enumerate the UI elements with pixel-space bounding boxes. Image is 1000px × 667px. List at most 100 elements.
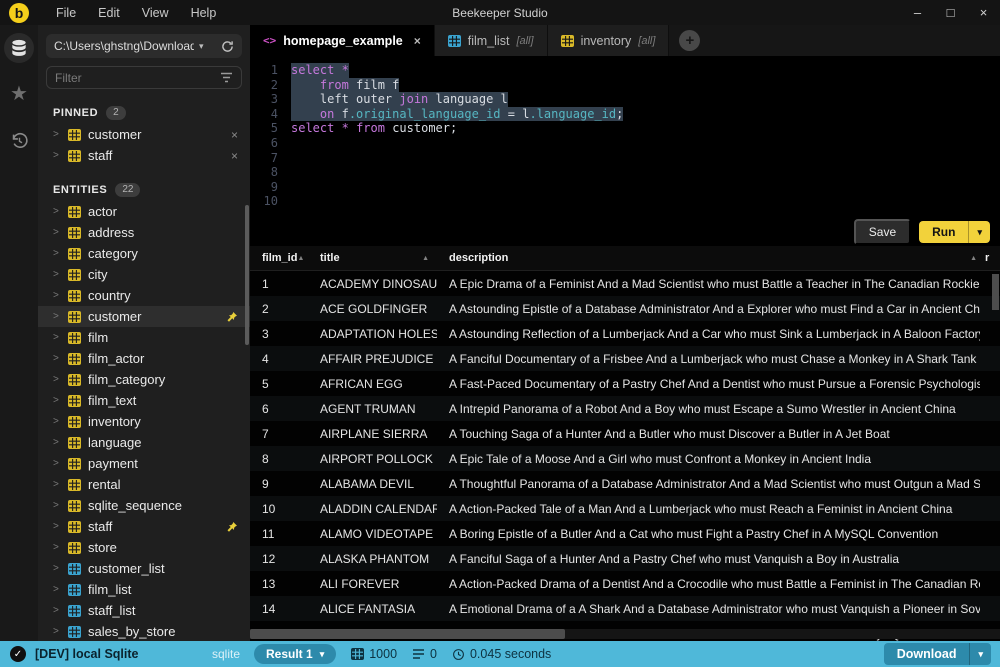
pinned-item-customer[interactable]: >customer× <box>38 124 250 145</box>
entity-item-film_actor[interactable]: >film_actor <box>38 348 250 369</box>
chevron-right-icon[interactable]: > <box>53 227 61 238</box>
column-header-title[interactable]: title▲ <box>308 246 437 270</box>
tab-homepage_example[interactable]: <>homepage_example× <box>250 25 435 56</box>
table-row[interactable]: 8AIRPORT POLLOCKA Epic Tale of a Moose A… <box>250 446 1000 471</box>
entity-item-country[interactable]: >country <box>38 285 250 306</box>
entity-item-language[interactable]: >language <box>38 432 250 453</box>
sort-icon[interactable]: ▲ <box>297 255 304 262</box>
sort-icon[interactable]: ▲ <box>970 255 977 262</box>
run-button[interactable]: Run ▾ <box>919 221 990 243</box>
maximize-button[interactable]: □ <box>934 0 967 25</box>
unpin-icon[interactable]: × <box>231 128 238 142</box>
table-row[interactable]: 1ACADEMY DINOSAURA Epic Drama of a Femin… <box>250 271 1000 296</box>
table-row[interactable]: 13ALI FOREVERA Action-Packed Drama of a … <box>250 571 1000 596</box>
sql-editor[interactable]: 1select *2 from film f3 left outer join … <box>250 56 1000 218</box>
chevron-right-icon[interactable]: > <box>53 269 61 280</box>
table-icon <box>561 35 574 47</box>
chevron-right-icon[interactable]: > <box>53 479 61 490</box>
chevron-right-icon[interactable]: > <box>53 542 61 553</box>
horizontal-scrollbar[interactable] <box>250 629 565 639</box>
connection-path-dropdown[interactable]: C:\Users\ghstng\Downloads ▾ <box>46 34 242 58</box>
filter-input[interactable] <box>55 71 220 85</box>
connections-tab-button[interactable] <box>4 33 34 63</box>
entity-item-sales_by_store[interactable]: >sales_by_store <box>38 621 250 641</box>
tab-film_list[interactable]: film_list[all] <box>435 25 548 56</box>
menu-edit[interactable]: Edit <box>87 3 131 23</box>
entity-item-rental[interactable]: >rental <box>38 474 250 495</box>
chevron-right-icon[interactable]: > <box>53 129 61 140</box>
chevron-right-icon[interactable]: > <box>53 311 61 322</box>
entity-item-city[interactable]: >city <box>38 264 250 285</box>
filter-icon[interactable] <box>220 72 233 83</box>
entity-item-film_list[interactable]: >film_list <box>38 579 250 600</box>
entity-name: staff <box>88 519 219 534</box>
favorites-tab-button[interactable]: ★ <box>4 79 34 109</box>
entity-item-film_category[interactable]: >film_category <box>38 369 250 390</box>
chevron-right-icon[interactable]: > <box>53 290 61 301</box>
close-tab-icon[interactable]: × <box>414 34 421 48</box>
pinned-item-staff[interactable]: >staff× <box>38 145 250 166</box>
entity-item-inventory[interactable]: >inventory <box>38 411 250 432</box>
vertical-scrollbar[interactable] <box>992 274 999 310</box>
result-selector-button[interactable]: Result 1 ▾ <box>254 644 336 664</box>
chevron-right-icon[interactable]: > <box>53 332 61 343</box>
entity-item-staff[interactable]: > staff <box>38 516 250 537</box>
chevron-right-icon[interactable]: > <box>53 437 61 448</box>
entity-item-sqlite_sequence[interactable]: >sqlite_sequence <box>38 495 250 516</box>
chevron-right-icon[interactable]: > <box>53 563 61 574</box>
run-options-button[interactable]: ▾ <box>968 221 990 243</box>
column-header-film_id[interactable]: film_id▲ <box>250 246 308 270</box>
chevron-right-icon[interactable]: > <box>53 458 61 469</box>
entity-item-customer[interactable]: >customer <box>38 306 250 327</box>
chevron-right-icon[interactable]: > <box>53 206 61 217</box>
table-row[interactable]: 4AFFAIR PREJUDICEA Fanciful Documentary … <box>250 346 1000 371</box>
download-options-button[interactable]: ▾ <box>969 643 991 665</box>
column-header-clipped[interactable]: r <box>985 246 1000 270</box>
chevron-right-icon[interactable]: > <box>53 374 61 385</box>
chevron-right-icon[interactable]: > <box>53 150 61 161</box>
entity-item-staff_list[interactable]: >staff_list <box>38 600 250 621</box>
sidebar-scrollbar[interactable] <box>245 205 249 345</box>
table-row[interactable]: 3ADAPTATION HOLESA Astounding Reflection… <box>250 321 1000 346</box>
table-row[interactable]: 10ALADDIN CALENDARA Action-Packed Tale o… <box>250 496 1000 521</box>
save-button[interactable]: Save <box>854 219 911 245</box>
table-row[interactable]: 12ALASKA PHANTOMA Fanciful Saga of a Hun… <box>250 546 1000 571</box>
table-row[interactable]: 7AIRPLANE SIERRAA Touching Saga of a Hun… <box>250 421 1000 446</box>
history-tab-button[interactable] <box>4 125 34 155</box>
close-button[interactable]: × <box>967 0 1000 25</box>
column-header-description[interactable]: description▲ <box>437 246 985 270</box>
chevron-right-icon[interactable]: > <box>53 584 61 595</box>
chevron-right-icon[interactable]: > <box>53 416 61 427</box>
table-row[interactable]: 6AGENT TRUMANA Intrepid Panorama of a Ro… <box>250 396 1000 421</box>
menu-file[interactable]: File <box>45 3 87 23</box>
entity-item-category[interactable]: >category <box>38 243 250 264</box>
entity-item-address[interactable]: >address <box>38 222 250 243</box>
entity-item-payment[interactable]: >payment <box>38 453 250 474</box>
sort-icon[interactable]: ▲ <box>422 255 429 262</box>
table-row[interactable]: 9ALABAMA DEVILA Thoughtful Panorama of a… <box>250 471 1000 496</box>
menu-help[interactable]: Help <box>180 3 228 23</box>
entity-item-film_text[interactable]: >film_text <box>38 390 250 411</box>
menu-view[interactable]: View <box>131 3 180 23</box>
table-row[interactable]: 14ALICE FANTASIAA Emotional Drama of a A… <box>250 596 1000 621</box>
entity-item-actor[interactable]: >actor <box>38 201 250 222</box>
chevron-right-icon[interactable]: > <box>53 626 61 637</box>
unpin-icon[interactable]: × <box>231 149 238 163</box>
refresh-icon[interactable] <box>221 40 234 53</box>
chevron-right-icon[interactable]: > <box>53 395 61 406</box>
chevron-right-icon[interactable]: > <box>53 500 61 511</box>
entity-item-customer_list[interactable]: >customer_list <box>38 558 250 579</box>
chevron-right-icon[interactable]: > <box>53 605 61 616</box>
table-row[interactable]: 2ACE GOLDFINGERA Astounding Epistle of a… <box>250 296 1000 321</box>
minimize-button[interactable]: – <box>901 0 934 25</box>
entity-item-film[interactable]: >film <box>38 327 250 348</box>
table-row[interactable]: 11ALAMO VIDEOTAPEA Boring Epistle of a B… <box>250 521 1000 546</box>
entity-item-store[interactable]: >store <box>38 537 250 558</box>
tab-inventory[interactable]: inventory[all] <box>548 25 670 56</box>
table-row[interactable]: 5AFRICAN EGGA Fast-Paced Documentary of … <box>250 371 1000 396</box>
new-tab-button[interactable]: + <box>679 30 700 51</box>
chevron-right-icon[interactable]: > <box>53 521 61 532</box>
download-button[interactable]: Download ▾ <box>884 643 991 665</box>
chevron-right-icon[interactable]: > <box>53 248 61 259</box>
chevron-right-icon[interactable]: > <box>53 353 61 364</box>
